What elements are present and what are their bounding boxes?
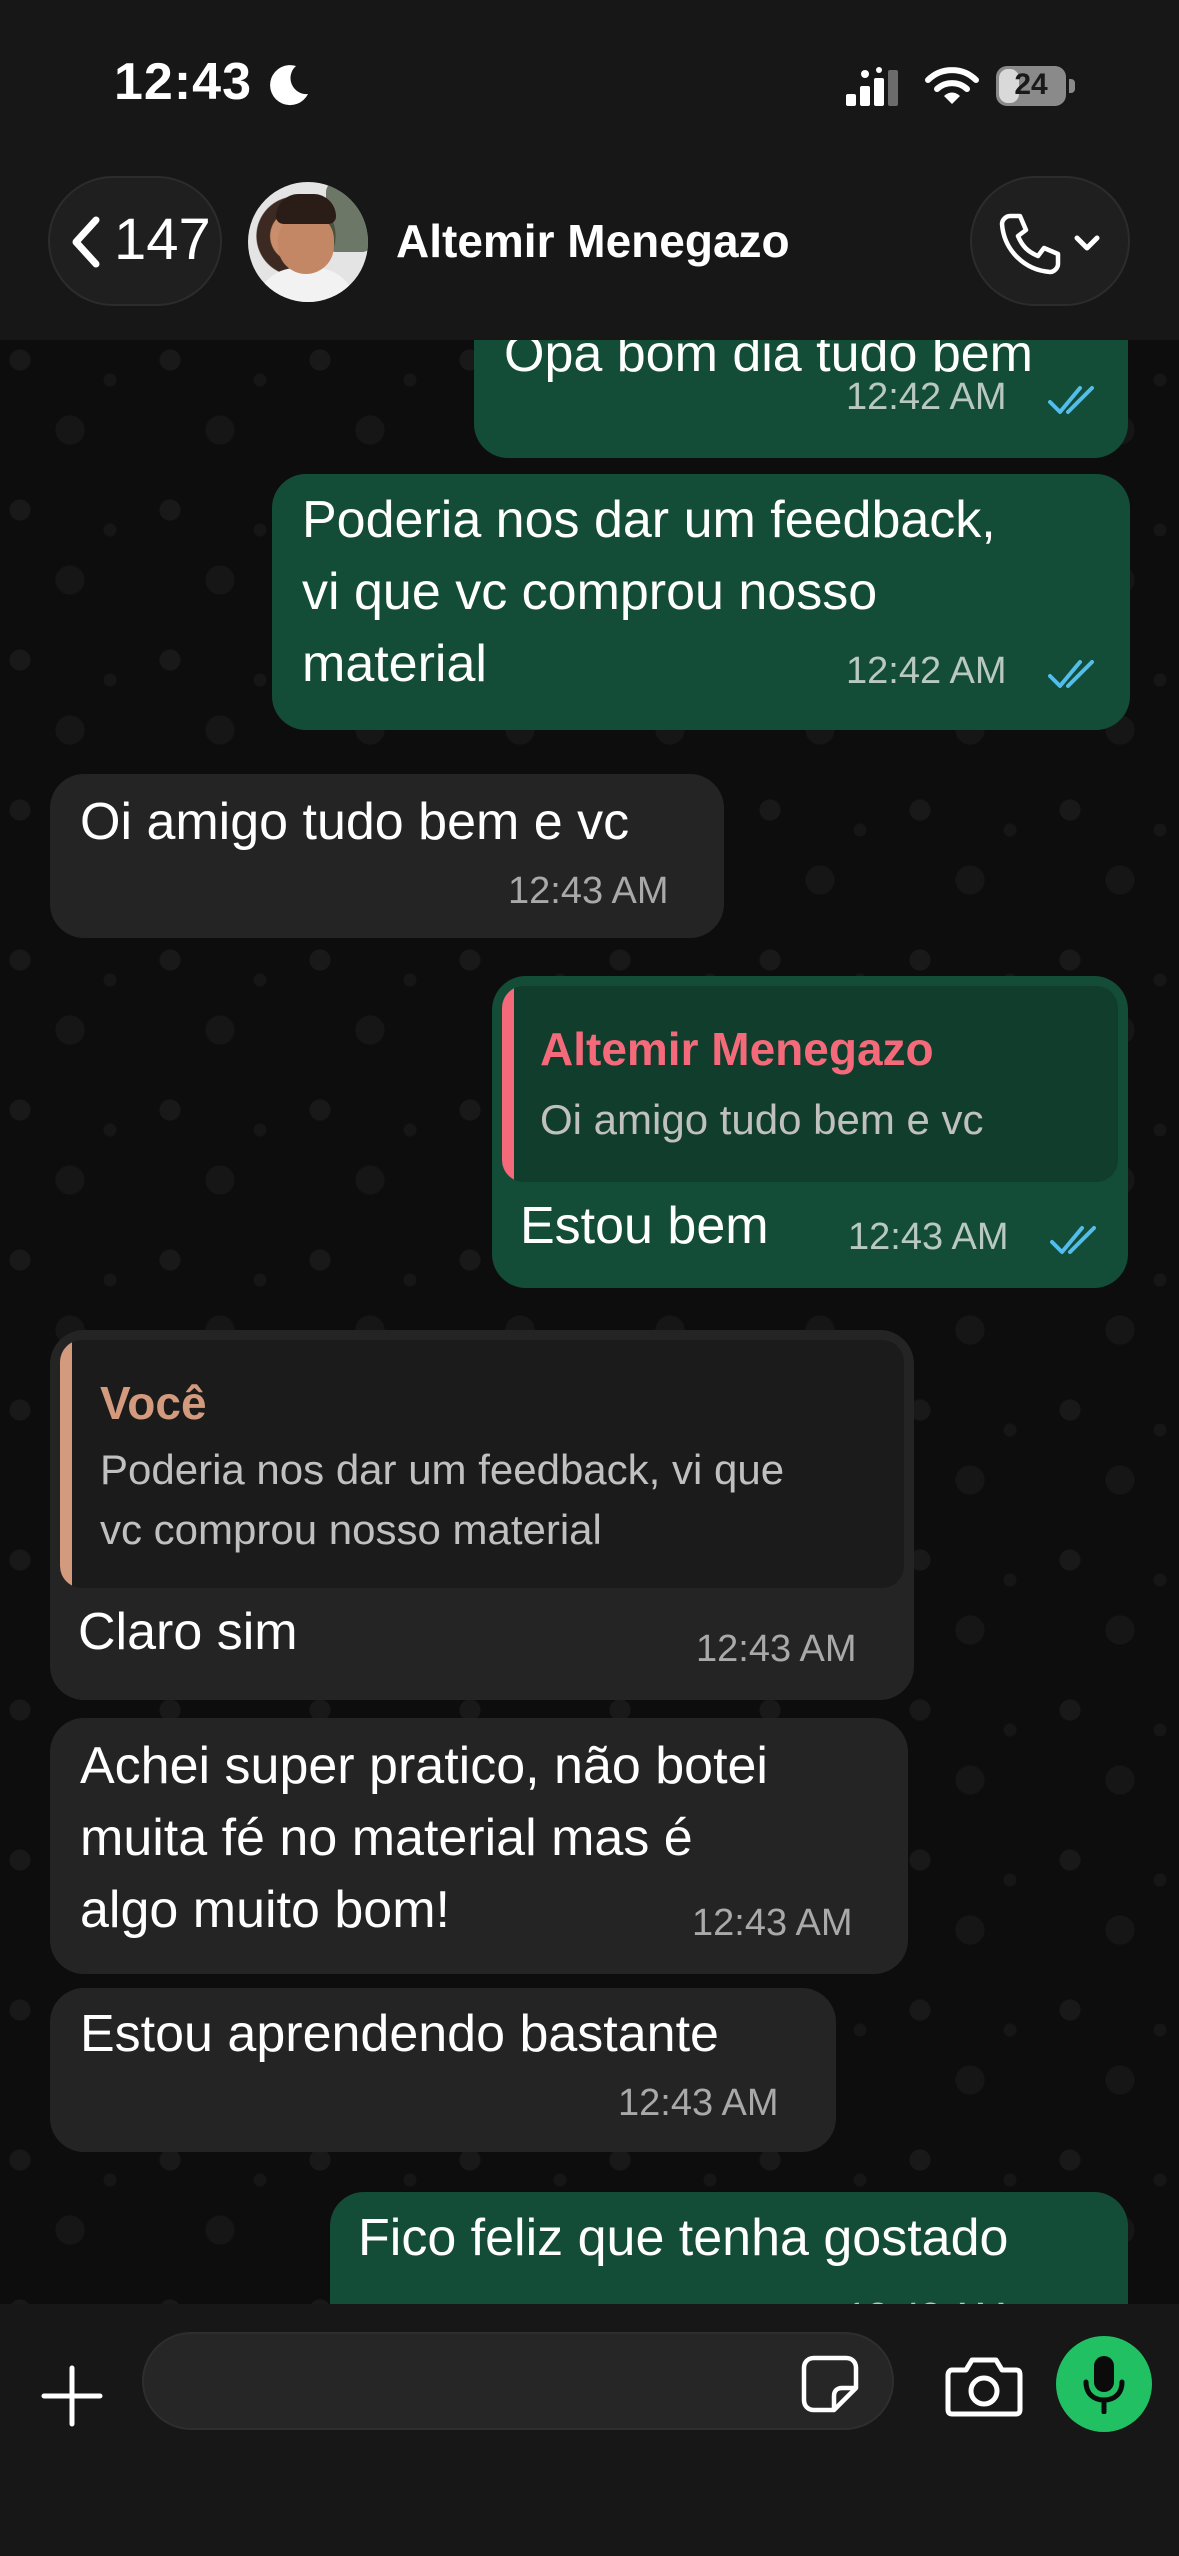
contact-name[interactable]: Altemir Menegazo bbox=[396, 214, 790, 268]
battery-icon: 24 bbox=[996, 66, 1076, 106]
read-receipt-icon bbox=[1048, 660, 1094, 688]
microphone-icon bbox=[1083, 2356, 1125, 2414]
cellular-signal-icon bbox=[846, 67, 898, 106]
status-time: 12:43 bbox=[114, 53, 252, 111]
message-text-line: material bbox=[302, 635, 487, 693]
avatar[interactable] bbox=[248, 182, 368, 302]
message-text-line: Achei super pratico, não botei bbox=[80, 1737, 768, 1795]
message-time: 12:43 AM bbox=[692, 1902, 853, 1944]
message-time: 12:43 AM bbox=[848, 1216, 1009, 1258]
message-input[interactable] bbox=[142, 2332, 894, 2430]
quote-accent-bar bbox=[502, 986, 514, 1182]
message-incoming[interactable]: Estou aprendendo bastante 12:43 AM bbox=[50, 1988, 836, 2152]
voice-message-button[interactable] bbox=[1056, 2336, 1152, 2432]
message-text: Claro sim bbox=[78, 1603, 298, 1661]
message-text-line: algo muito bom! bbox=[80, 1881, 450, 1939]
message-text-line: muita fé no material mas é bbox=[80, 1809, 693, 1867]
message-text: Oi amigo tudo bem e vc bbox=[80, 793, 630, 851]
message-outgoing[interactable]: Opa bom dia tudo bem 12:42 AM bbox=[474, 340, 1128, 458]
quoted-message[interactable]: Você Poderia nos dar um feedback, vi que… bbox=[60, 1340, 904, 1588]
quote-accent-bar bbox=[60, 1340, 72, 1588]
message-time: 12:43 AM bbox=[846, 2296, 1007, 2304]
quote-text-line: vc comprou nosso material bbox=[100, 1506, 602, 1553]
message-text: Fico feliz que tenha gostado bbox=[358, 2209, 1009, 2267]
message-outgoing[interactable]: Poderia nos dar um feedback, vi que vc c… bbox=[272, 474, 1130, 730]
message-incoming-reply[interactable]: Você Poderia nos dar um feedback, vi que… bbox=[50, 1330, 914, 1700]
call-button[interactable] bbox=[970, 176, 1130, 306]
composer-bar bbox=[0, 2304, 1179, 2556]
chevron-down-icon bbox=[1074, 235, 1100, 251]
focus-moon-icon bbox=[270, 65, 308, 106]
camera-icon[interactable] bbox=[944, 2354, 1024, 2418]
message-time: 12:43 AM bbox=[696, 1628, 857, 1670]
unread-count: 147 bbox=[114, 207, 211, 272]
message-incoming[interactable]: Achei super pratico, não botei muita fé … bbox=[50, 1718, 908, 1974]
read-receipt-icon bbox=[1050, 1226, 1096, 1254]
message-outgoing[interactable]: Fico feliz que tenha gostado 12:43 AM bbox=[330, 2192, 1128, 2304]
read-receipt-icon bbox=[1048, 386, 1094, 414]
message-time: 12:42 AM bbox=[846, 650, 1007, 692]
plus-icon[interactable] bbox=[38, 2362, 106, 2430]
quoted-message[interactable]: Altemir Menegazo Oi amigo tudo bem e vc bbox=[502, 986, 1118, 1182]
message-text: Estou bem bbox=[520, 1197, 769, 1255]
battery-level: 24 bbox=[1014, 68, 1048, 101]
message-outgoing-reply[interactable]: Altemir Menegazo Oi amigo tudo bem e vc … bbox=[492, 976, 1128, 1288]
message-text-line: vi que vc comprou nosso bbox=[302, 563, 878, 621]
message-text-line: Poderia nos dar um feedback, bbox=[302, 491, 996, 549]
quote-author: Altemir Menegazo bbox=[540, 1023, 934, 1075]
message-list[interactable]: Opa bom dia tudo bem 12:42 AM Poderia no… bbox=[0, 340, 1179, 2304]
sticker-icon[interactable] bbox=[800, 2354, 860, 2414]
chevron-left-icon bbox=[72, 216, 100, 268]
quote-text-line: Poderia nos dar um feedback, vi que bbox=[100, 1446, 785, 1493]
message-time: 12:42 AM bbox=[846, 376, 1007, 418]
phone-icon bbox=[999, 213, 1061, 275]
message-text: Estou aprendendo bastante bbox=[80, 2005, 719, 2063]
quote-text: Oi amigo tudo bem e vc bbox=[540, 1096, 984, 1143]
message-time: 12:43 AM bbox=[508, 870, 669, 912]
message-time: 12:43 AM bbox=[618, 2082, 779, 2124]
quote-author: Você bbox=[100, 1377, 207, 1429]
message-incoming[interactable]: Oi amigo tudo bem e vc 12:43 AM bbox=[50, 774, 724, 938]
chat-header: 12:43 24 147 Altemir Menegazo bbox=[0, 0, 1179, 340]
wifi-icon bbox=[925, 67, 979, 104]
chat-screen: Opa bom dia tudo bem 12:42 AM Poderia no… bbox=[0, 0, 1179, 2556]
back-button[interactable]: 147 bbox=[48, 176, 222, 306]
